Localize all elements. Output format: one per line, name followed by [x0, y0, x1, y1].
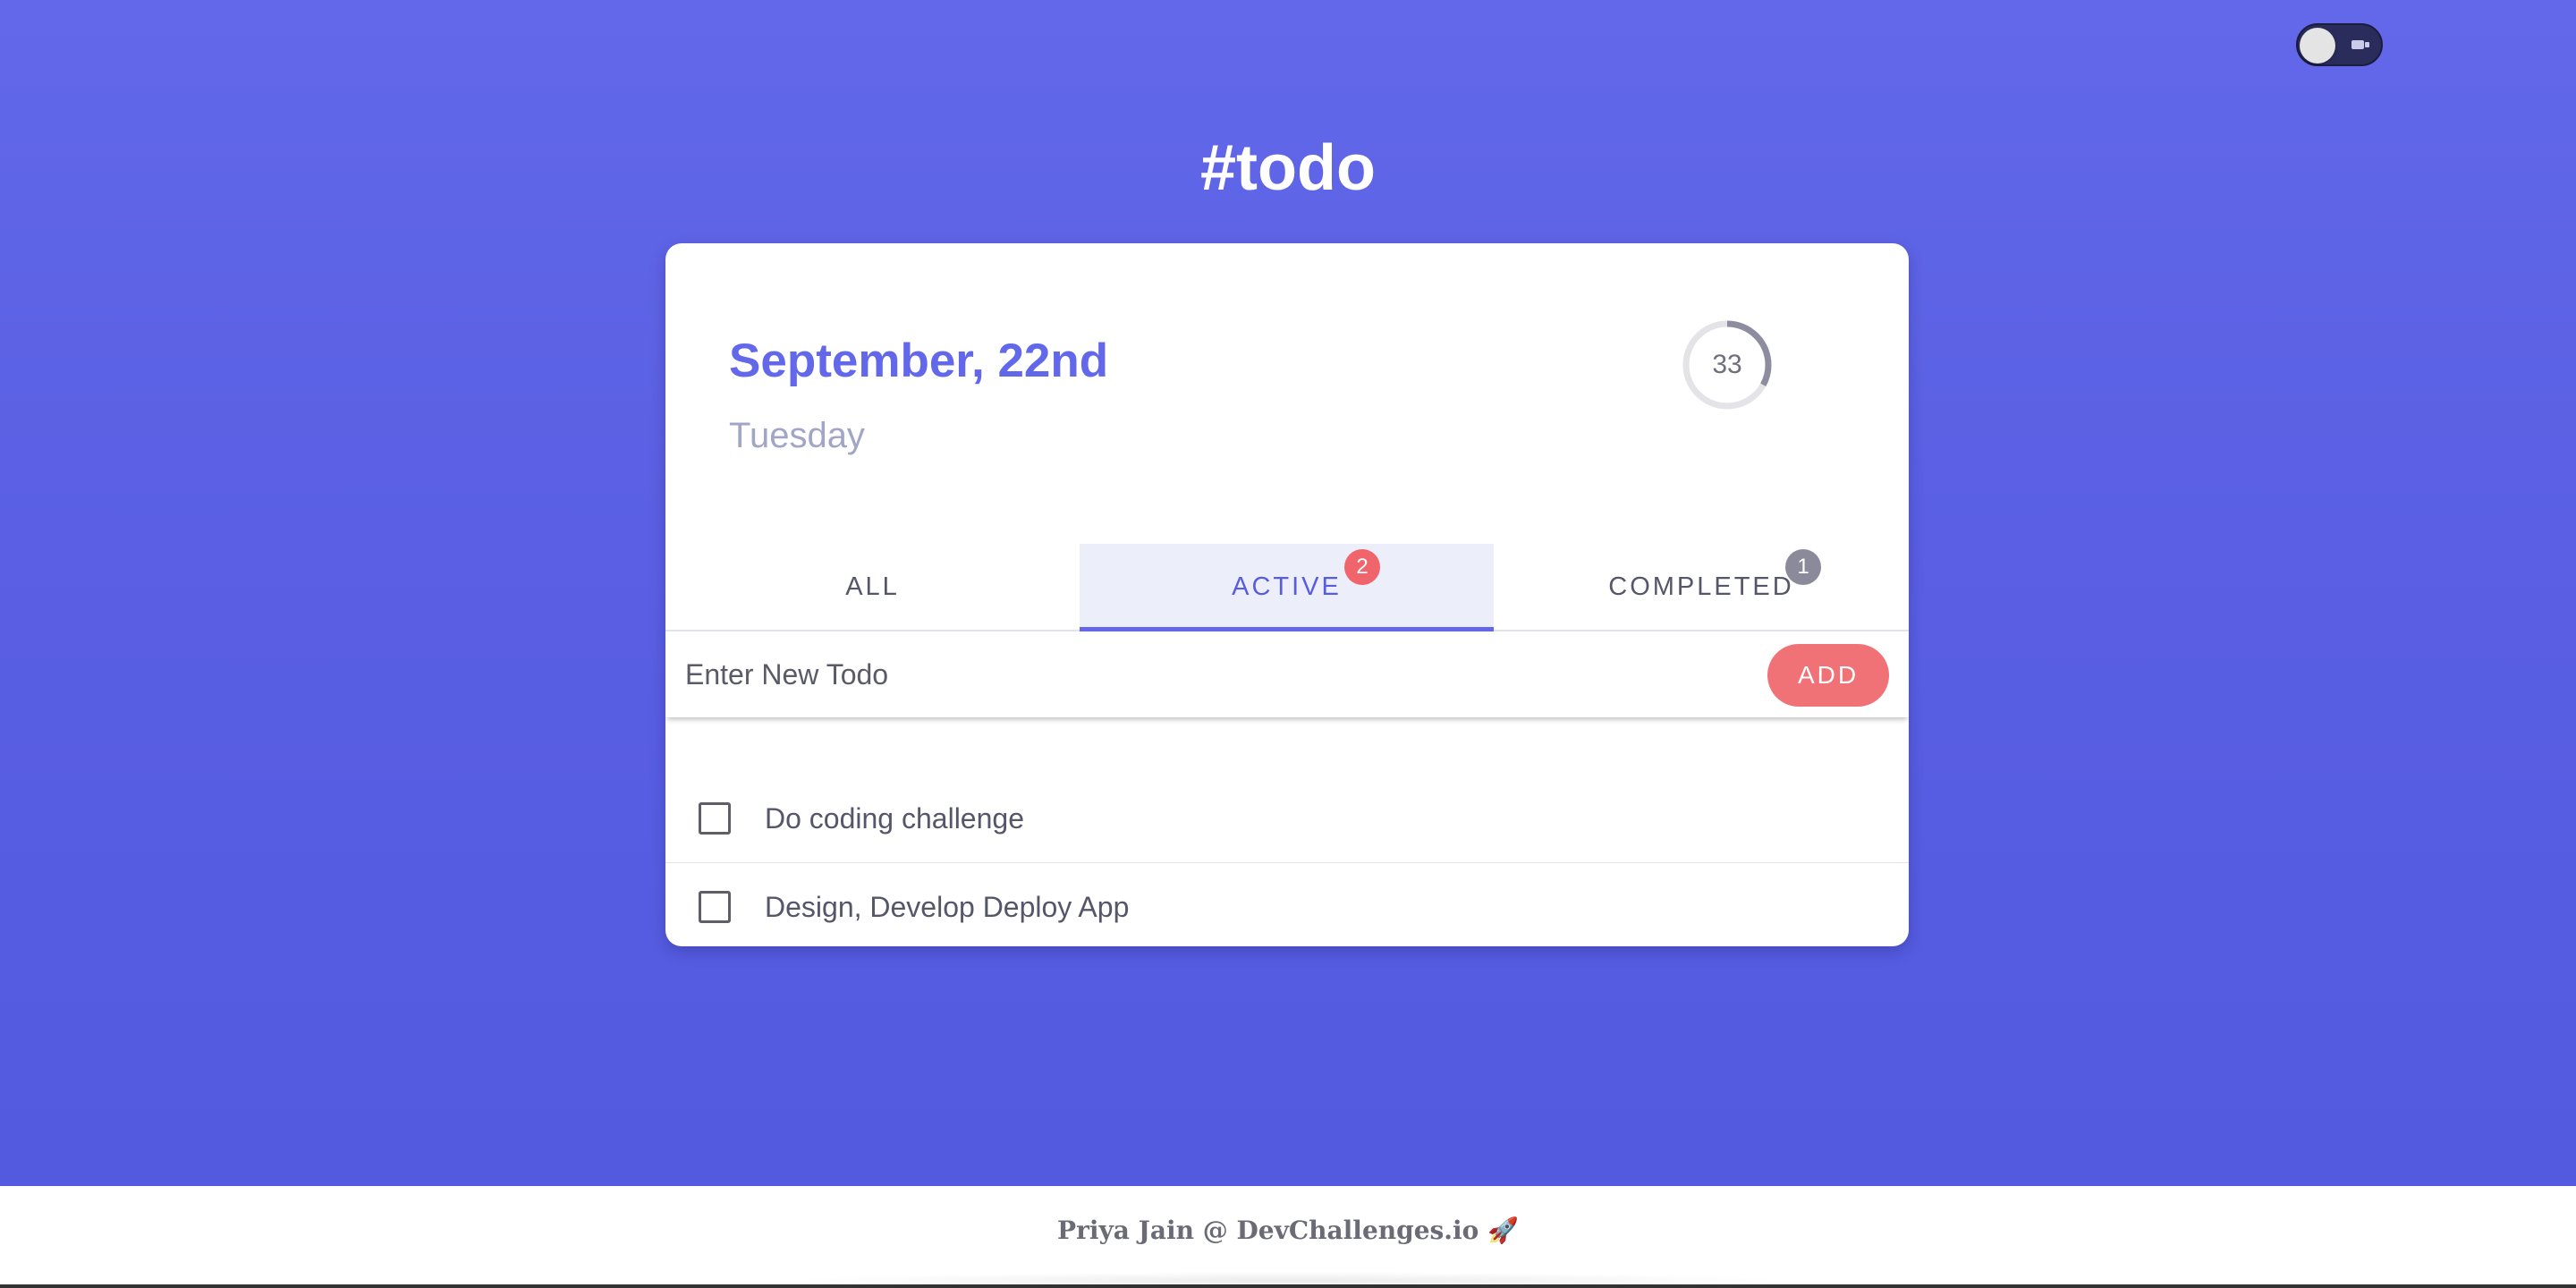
- todo-card: September, 22nd Tuesday 33 ALL ACTIVE 2 …: [665, 243, 1909, 946]
- tab-active[interactable]: ACTIVE 2: [1080, 544, 1494, 631]
- list-item: Do coding challenge: [665, 775, 1909, 862]
- day-name: Tuesday: [729, 416, 865, 455]
- todo-text: Do coding challenge: [765, 802, 1024, 835]
- completed-count-badge: 1: [1785, 549, 1821, 585]
- list-item: Design, Develop Deploy App: [665, 862, 1909, 946]
- tab-all-label: ALL: [845, 572, 900, 601]
- footer: Priya Jain @ DevChallenges.io 🚀: [0, 1186, 2576, 1288]
- new-todo-input[interactable]: [685, 648, 1732, 701]
- tab-completed-label: COMPLETED: [1608, 572, 1794, 601]
- todo-text: Design, Develop Deploy App: [765, 891, 1130, 923]
- add-button[interactable]: ADD: [1767, 644, 1889, 707]
- tab-active-label: ACTIVE: [1232, 572, 1342, 601]
- tab-all[interactable]: ALL: [665, 544, 1080, 630]
- tab-completed[interactable]: COMPLETED 1: [1494, 544, 1909, 630]
- footer-credit: Priya Jain @ DevChallenges.io 🚀: [1057, 1216, 1519, 1245]
- app-title: #todo: [1200, 132, 1376, 204]
- todo-checkbox[interactable]: [699, 891, 731, 923]
- todo-list: Do coding challenge Design, Develop Depl…: [665, 775, 1909, 946]
- date-title: September, 22nd: [729, 335, 1109, 387]
- new-todo-bar: ADD: [665, 631, 1909, 717]
- active-count-badge: 2: [1344, 549, 1380, 585]
- progress-ring: 33: [1681, 318, 1774, 411]
- moon-icon: [2350, 37, 2373, 53]
- theme-toggle[interactable]: [2296, 23, 2383, 66]
- footer-shadow: [787, 1272, 1789, 1288]
- todo-checkbox[interactable]: [699, 802, 731, 835]
- toggle-knob[interactable]: [2300, 28, 2335, 64]
- filter-tabs: ALL ACTIVE 2 COMPLETED 1: [665, 544, 1909, 631]
- progress-label: 33: [1712, 350, 1742, 379]
